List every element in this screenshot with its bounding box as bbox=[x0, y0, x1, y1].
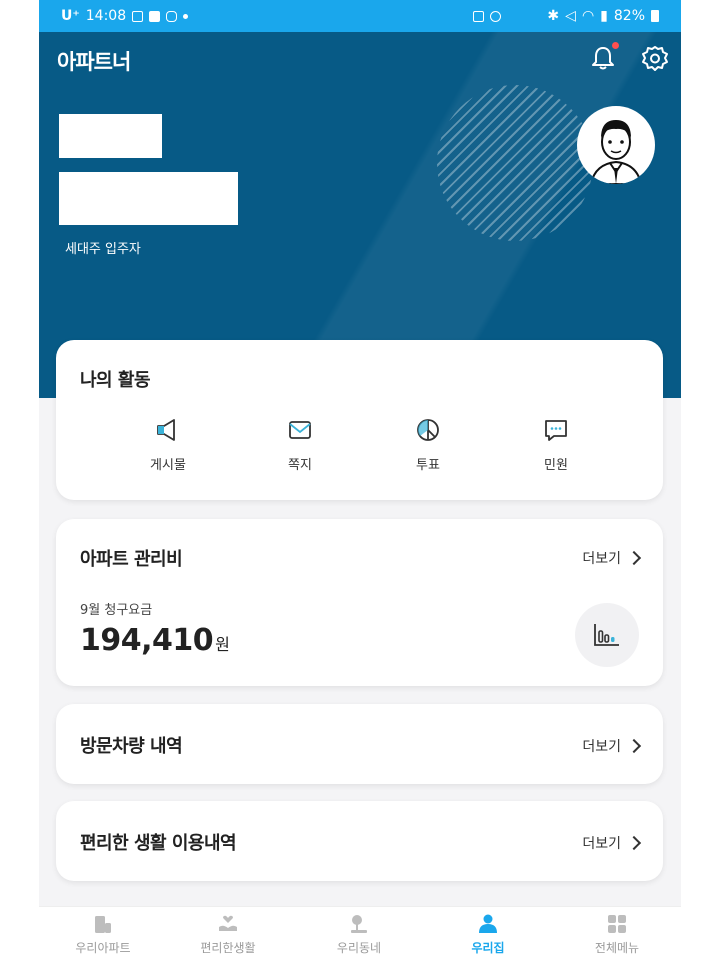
megaphone-icon bbox=[157, 419, 175, 441]
grid-icon bbox=[608, 915, 626, 933]
battery-percent: 82% bbox=[613, 8, 645, 24]
neighborhood-icon bbox=[351, 915, 367, 933]
activity-vote[interactable]: 투표 bbox=[388, 416, 468, 473]
fee-title: 아파트 관리비 bbox=[80, 549, 183, 570]
wifi-icon: ◠ bbox=[581, 8, 595, 24]
nav-convenient-life[interactable]: 편리한생활 bbox=[168, 913, 288, 956]
bar-chart-icon bbox=[594, 624, 619, 646]
more-label: 더보기 bbox=[582, 836, 621, 852]
activity-label: 민원 bbox=[544, 458, 568, 473]
nav-my-home[interactable]: 우리집 bbox=[428, 913, 548, 956]
chevron-right-icon bbox=[626, 550, 642, 566]
more-notifications-icon bbox=[183, 13, 189, 19]
activity-messages[interactable]: 쪽지 bbox=[260, 416, 340, 473]
nav-label: 우리아파트 bbox=[75, 941, 131, 955]
convenience-more-link[interactable]: 더보기 bbox=[582, 833, 642, 853]
visitor-more-link[interactable]: 더보기 bbox=[582, 736, 642, 756]
nav-neighborhood[interactable]: 우리동네 bbox=[299, 913, 419, 956]
convenience-history-card[interactable]: 편리한 생활 이용내역 더보기 bbox=[56, 801, 663, 881]
status-time: 14:08 bbox=[85, 8, 127, 24]
app-screen: U⁺ 14:08 ✱ ◁ ◠ ▮ 82% 아파트너 세대주 입주자 나의 활동 … bbox=[39, 0, 681, 960]
hand-heart-icon bbox=[219, 915, 237, 931]
visitor-title: 방문차량 내역 bbox=[80, 736, 183, 757]
activity-label: 투표 bbox=[416, 458, 440, 473]
fee-unit: 원 bbox=[215, 635, 230, 654]
management-fee-card[interactable]: 아파트 관리비 더보기 9월 청구요금 194,410 원 bbox=[56, 519, 663, 686]
resident-role: 세대주 입주자 bbox=[65, 242, 141, 257]
bill-label: 9월 청구요금 bbox=[80, 603, 153, 618]
avatar[interactable] bbox=[577, 106, 655, 184]
more-label: 더보기 bbox=[582, 551, 621, 567]
signal-icon: ▮ bbox=[600, 8, 608, 24]
alarm-clock-icon bbox=[490, 10, 502, 22]
chat-icon bbox=[545, 420, 567, 441]
instagram-icon bbox=[166, 10, 178, 22]
activity-complaints[interactable]: 민원 bbox=[516, 416, 596, 473]
convenience-title: 편리한 생활 이용내역 bbox=[80, 833, 237, 854]
mail-icon bbox=[289, 421, 311, 439]
status-bar: U⁺ 14:08 ✱ ◁ ◠ ▮ 82% bbox=[39, 0, 681, 32]
notification-badge bbox=[612, 42, 619, 49]
apartment-unit-redacted bbox=[59, 172, 238, 225]
vote-icon bbox=[417, 419, 439, 441]
settings-gear-icon[interactable] bbox=[640, 44, 670, 74]
bottom-navigation: 우리아파트 편리한생활 우리동네 우리집 전체메뉴 bbox=[39, 906, 681, 960]
activity-label: 쪽지 bbox=[288, 458, 312, 473]
nav-label: 우리집 bbox=[471, 941, 505, 955]
nav-label: 편리한생활 bbox=[200, 941, 256, 955]
my-activity-card: 나의 활동 게시물 쪽지 투표 민원 bbox=[56, 340, 663, 500]
app-title: 아파트너 bbox=[57, 50, 131, 74]
nav-label: 우리동네 bbox=[336, 941, 382, 955]
activity-posts[interactable]: 게시물 bbox=[128, 416, 208, 473]
fee-chart-button[interactable] bbox=[575, 603, 639, 667]
bluetooth-icon: ✱ bbox=[547, 8, 560, 24]
activity-title: 나의 활동 bbox=[80, 370, 151, 391]
fee-amount: 194,410 원 bbox=[80, 623, 230, 658]
resident-name-redacted bbox=[59, 114, 162, 158]
carrier-label: U⁺ bbox=[61, 8, 80, 24]
youtube-icon bbox=[149, 10, 161, 22]
more-label: 더보기 bbox=[582, 739, 621, 755]
apartment-icon bbox=[95, 916, 111, 933]
person-icon bbox=[479, 914, 497, 933]
nav-all-menu[interactable]: 전체메뉴 bbox=[557, 913, 677, 956]
nav-label: 전체메뉴 bbox=[594, 941, 640, 955]
chevron-right-icon bbox=[626, 835, 642, 851]
chevron-right-icon bbox=[626, 738, 642, 754]
battery-icon bbox=[651, 10, 659, 22]
fee-more-link[interactable]: 더보기 bbox=[582, 548, 642, 568]
gallery-icon bbox=[132, 10, 144, 22]
activity-label: 게시물 bbox=[150, 458, 186, 473]
alarm-app-icon bbox=[473, 10, 485, 22]
nav-our-apartment[interactable]: 우리아파트 bbox=[43, 913, 163, 956]
decorative-stripes bbox=[437, 85, 593, 241]
fee-amount-value: 194,410 bbox=[80, 623, 214, 658]
mute-icon: ◁ bbox=[565, 8, 576, 24]
visitor-vehicles-card[interactable]: 방문차량 내역 더보기 bbox=[56, 704, 663, 784]
